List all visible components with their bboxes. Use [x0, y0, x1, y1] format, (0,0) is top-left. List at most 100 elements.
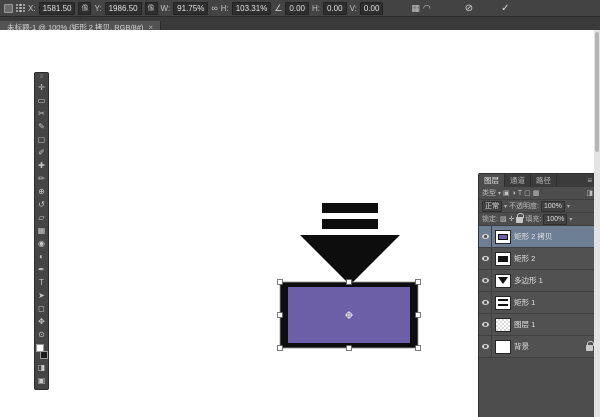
visibility-toggle[interactable]	[479, 314, 492, 335]
vertical-scrollbar[interactable]	[594, 30, 600, 417]
screen-mode-icon[interactable]: ▣	[35, 374, 48, 387]
visibility-toggle[interactable]	[479, 226, 492, 247]
pixel-filter-icon[interactable]: ▣	[503, 189, 510, 197]
zoom-tool[interactable]: ⊙	[35, 328, 48, 341]
layer-thumbnail[interactable]	[495, 340, 511, 354]
layer-thumbnail[interactable]	[495, 318, 511, 332]
layer-thumbnail[interactable]	[495, 230, 511, 244]
marquee-tool[interactable]: ▭	[35, 94, 48, 107]
visibility-toggle[interactable]	[479, 248, 492, 269]
background-color-swatch[interactable]	[40, 351, 48, 359]
layer-row-rect1[interactable]: 矩形 1	[479, 292, 596, 314]
visibility-toggle[interactable]	[479, 336, 492, 357]
shape-filter-icon[interactable]: ▢	[524, 189, 531, 197]
commit-transform-icon[interactable]: ✓	[501, 3, 509, 14]
healing-brush-tool[interactable]: ✚	[35, 159, 48, 172]
opacity-value[interactable]: 100%	[541, 201, 565, 212]
y-label: Y:	[94, 4, 101, 13]
handle-top-center[interactable]	[347, 280, 352, 285]
layer-filter-row: 类型 ▾ ▣ ◑ T ▢ ▦ ◨	[479, 187, 596, 200]
handle-bottom-center[interactable]	[347, 346, 352, 351]
canvas-area[interactable]: ≡ ✛ ▭ ✂ ✎ ▢ ✐ ✚ ✏ ⊕ ↺ ▱ ▦ ◉ ◐ ✒ T ➤ ◻ ✥ …	[0, 30, 600, 417]
eraser-tool[interactable]: ▱	[35, 211, 48, 224]
layer-name[interactable]: 矩形 2 拷贝	[514, 231, 552, 242]
handle-top-right[interactable]	[416, 280, 421, 285]
chevron-down-icon[interactable]: ▾	[498, 190, 501, 197]
skew-v-input[interactable]: 0.00	[360, 2, 384, 15]
layer-row-rect2[interactable]: 矩形 2	[479, 248, 596, 270]
x-unit-chip: 像	[78, 2, 91, 15]
lock-position-icon[interactable]: ✛	[509, 215, 515, 223]
angle-input[interactable]: 0.00	[285, 2, 309, 15]
hand-tool[interactable]: ✥	[35, 315, 48, 328]
reference-point-locator-icon[interactable]	[16, 4, 25, 13]
filter-kind-label[interactable]: 类型	[482, 188, 496, 198]
color-swatches[interactable]	[35, 343, 48, 359]
filter-toggle-icon[interactable]: ◨	[586, 189, 593, 197]
layer-name[interactable]: 矩形 2	[514, 253, 535, 264]
maintain-aspect-link-icon[interactable]: ∞	[211, 3, 217, 14]
layer-thumbnail[interactable]	[495, 252, 511, 266]
height-input[interactable]: 103.31%	[232, 2, 272, 15]
transform-tool-icon[interactable]	[4, 4, 13, 13]
handle-mid-right[interactable]	[416, 313, 421, 318]
handle-mid-left[interactable]	[278, 313, 283, 318]
shape-arrow[interactable]	[300, 235, 400, 285]
lasso-tool[interactable]: ✂	[35, 107, 48, 120]
tab-channels[interactable]: 通道	[505, 174, 531, 187]
shape-bar-2[interactable]	[322, 219, 378, 229]
eyedropper-tool[interactable]: ✐	[35, 146, 48, 159]
handle-bottom-right[interactable]	[416, 346, 421, 351]
layer-thumbnail[interactable]	[495, 296, 511, 310]
width-input[interactable]: 91.75%	[173, 2, 208, 15]
tab-paths[interactable]: 路径	[531, 174, 557, 187]
gradient-tool[interactable]: ▦	[35, 224, 48, 237]
visibility-toggle[interactable]	[479, 292, 492, 313]
layer-thumbnail[interactable]	[495, 274, 511, 288]
scrollbar-thumb[interactable]	[595, 32, 599, 152]
layer-name[interactable]: 多边形 1	[514, 275, 543, 286]
dodge-tool[interactable]: ◐	[35, 250, 48, 263]
y-input[interactable]: 1986.50	[105, 2, 142, 15]
fill-value[interactable]: 100%	[543, 214, 567, 225]
crop-tool[interactable]: ▢	[35, 133, 48, 146]
layer-row-layer1[interactable]: 图层 1	[479, 314, 596, 336]
clone-stamp-tool[interactable]: ⊕	[35, 185, 48, 198]
smart-object-filter-icon[interactable]: ▦	[533, 189, 540, 197]
foreground-color-swatch[interactable]	[36, 344, 44, 352]
warp-mode-icon[interactable]: ◠	[423, 3, 431, 14]
pen-tool[interactable]: ✒	[35, 263, 48, 276]
visibility-toggle[interactable]	[479, 270, 492, 291]
tab-layers[interactable]: 图层	[479, 174, 505, 187]
layer-row-background[interactable]: 背景	[479, 336, 596, 358]
layer-row-polygon1[interactable]: 多边形 1	[479, 270, 596, 292]
adjustment-filter-icon[interactable]: ◑	[512, 190, 516, 197]
type-tool[interactable]: T	[35, 276, 48, 289]
history-brush-tool[interactable]: ↺	[35, 198, 48, 211]
blend-mode-select[interactable]: 正常	[482, 201, 502, 212]
layer-name[interactable]: 图层 1	[514, 319, 535, 330]
brush-tool[interactable]: ✏	[35, 172, 48, 185]
quick-selection-tool[interactable]: ✎	[35, 120, 48, 133]
layer-name[interactable]: 背景	[514, 341, 529, 352]
quick-mask-icon[interactable]: ◨	[35, 361, 48, 374]
layer-row-rect2-copy[interactable]: 矩形 2 拷贝	[479, 226, 596, 248]
handle-bottom-left[interactable]	[278, 346, 283, 351]
lock-label: 锁定:	[482, 214, 498, 224]
cancel-transform-icon[interactable]: ⊘	[465, 3, 473, 14]
x-input[interactable]: 1581.50	[39, 2, 76, 15]
interpolation-icon[interactable]: ▦	[411, 3, 420, 14]
handle-top-left[interactable]	[278, 280, 283, 285]
lock-all-icon[interactable]	[516, 217, 523, 223]
toolbox-grip[interactable]: ≡	[40, 74, 44, 81]
move-tool[interactable]: ✛	[35, 81, 48, 94]
blur-tool[interactable]: ◉	[35, 237, 48, 250]
shape-tool[interactable]: ◻	[35, 302, 48, 315]
layer-name[interactable]: 矩形 1	[514, 297, 535, 308]
photoshop-window: X: 1581.50 像 Y: 1986.50 像 W: 91.75% ∞ H:…	[0, 0, 600, 417]
skew-h-input[interactable]: 0.00	[323, 2, 347, 15]
shape-bar-1[interactable]	[322, 203, 378, 213]
path-selection-tool[interactable]: ➤	[35, 289, 48, 302]
lock-transparency-icon[interactable]: ▨	[500, 215, 507, 223]
type-filter-icon[interactable]: T	[518, 190, 522, 197]
